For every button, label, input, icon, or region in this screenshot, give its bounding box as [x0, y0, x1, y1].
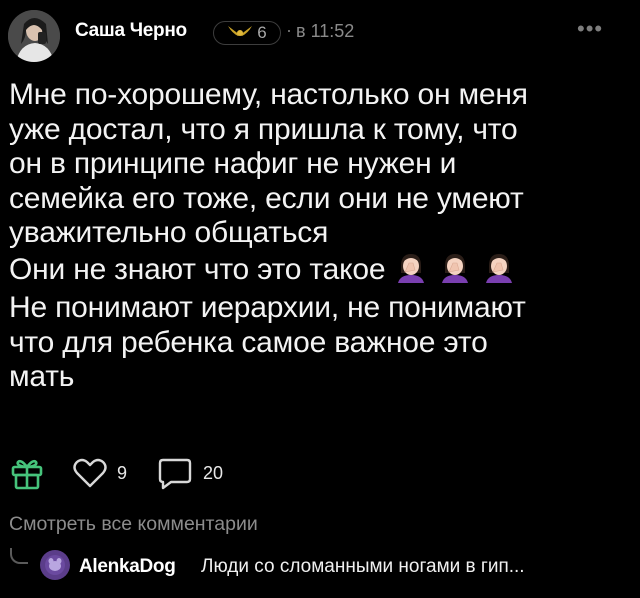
rank-badge[interactable]: 6	[213, 21, 281, 45]
post-line: мать	[9, 360, 75, 393]
more-options-button[interactable]: •••	[577, 16, 603, 42]
comment-button[interactable]	[157, 456, 193, 495]
emoji-group	[395, 251, 515, 292]
view-all-comments-link[interactable]: Смотреть все комментарии	[9, 513, 258, 536]
post-line-with-emoji: Они не знают что это такое	[9, 251, 634, 292]
post-header: Саша Черно 6 · в 11:52 •••	[0, 0, 640, 68]
comment-preview[interactable]: AlenkaDog Люди со сломанными ногами в ги…	[0, 548, 640, 588]
post-line: уже достал, что я пришла к тому, что	[9, 112, 518, 146]
post-text: Мне по-хорошему, настолько он меня уже д…	[9, 78, 634, 395]
like-button[interactable]	[72, 456, 108, 495]
post-line: что для ребенка самое важное это	[9, 325, 488, 359]
like-count: 9	[117, 463, 128, 483]
heart-icon	[73, 458, 107, 488]
post-line: Не понимают иерархии, не понимают	[9, 291, 526, 324]
author-name[interactable]: Саша Черно	[75, 20, 187, 42]
post-line: семейка его тоже, если они не умеют	[9, 181, 524, 215]
comment-text: Люди со сломанными ногами в гип...	[201, 556, 525, 577]
post-line: уважительно общаться	[9, 216, 329, 249]
woman-facepalming-icon	[483, 251, 515, 292]
thread-line	[10, 548, 28, 564]
commenter-avatar[interactable]	[40, 550, 70, 580]
wings-icon	[227, 23, 253, 43]
post-line: он в принципе нафиг не нужен и	[9, 147, 457, 180]
post-time: в 11:52	[296, 21, 355, 41]
post-line: Мне по-хорошему, настолько он меня	[9, 78, 528, 111]
meta-separator: ·	[286, 20, 292, 40]
commenter-name[interactable]: AlenkaDog	[79, 556, 176, 578]
gift-icon[interactable]	[10, 456, 44, 495]
woman-facepalming-icon	[395, 251, 427, 292]
author-avatar[interactable]	[8, 10, 60, 62]
speech-bubble-icon	[158, 458, 192, 490]
post-line: Они не знают что это такое	[9, 252, 386, 286]
rank-level: 6	[257, 23, 267, 42]
woman-facepalming-icon	[439, 251, 471, 292]
comment-count: 20	[203, 463, 224, 483]
post-actions: 9 20	[0, 450, 640, 494]
